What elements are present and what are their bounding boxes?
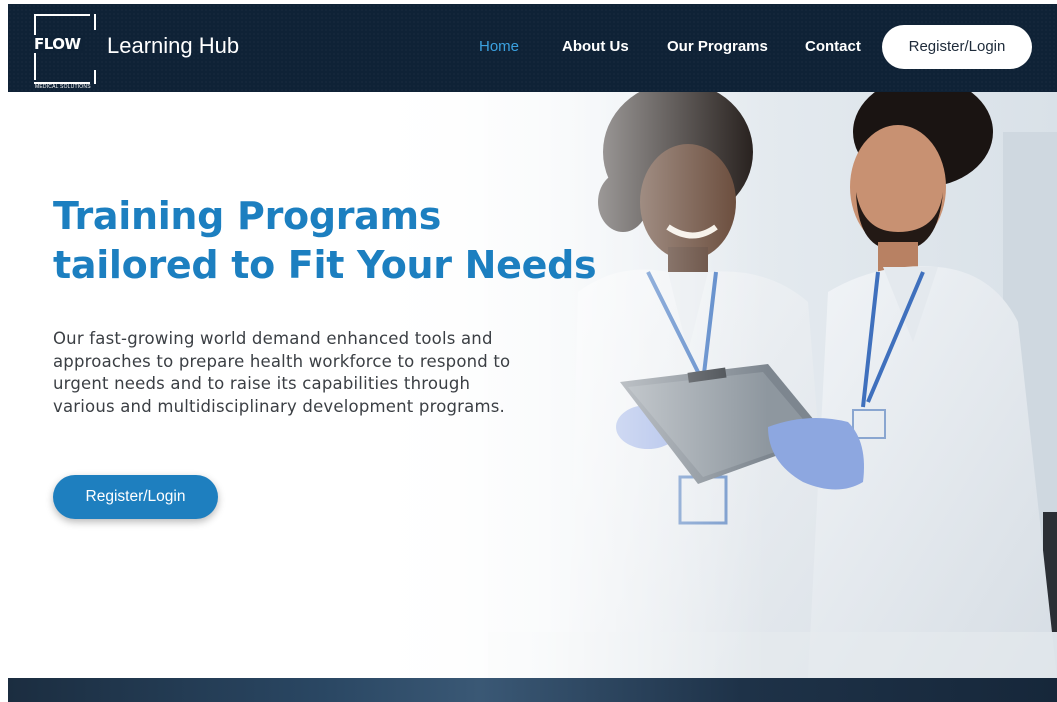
hero-section: Training Programs tailored to Fit Your N… [8, 92, 1057, 678]
hero-title: Training Programs tailored to Fit Your N… [53, 192, 653, 290]
nav-contact[interactable]: Contact [805, 37, 861, 57]
flow-logo-icon[interactable]: FLOW MEDICAL SOLUTIONS [34, 14, 96, 90]
header-register-login-button[interactable]: Register/Login [882, 25, 1032, 69]
brand-name[interactable]: Learning Hub [107, 31, 239, 61]
logo-subtitle: MEDICAL SOLUTIONS [35, 84, 91, 90]
nav-our-programs[interactable]: Our Programs [667, 37, 768, 57]
hero-description-line-3: urgent needs and to raise its capabiliti… [53, 374, 471, 393]
hero-title-line-2: tailored to Fit Your Needs [53, 243, 597, 287]
nav-home[interactable]: Home [479, 37, 519, 57]
logo-wordmark: FLOW [34, 35, 83, 53]
hero-title-line-1: Training Programs [53, 194, 442, 238]
hero-description-line-4: various and multidisciplinary developmen… [53, 396, 505, 416]
next-section-strip [8, 678, 1057, 702]
top-navbar: FLOW MEDICAL SOLUTIONS Learning Hub Home… [8, 4, 1057, 92]
nav-about-us[interactable]: About Us [562, 37, 629, 57]
logo-frame-top [34, 14, 90, 16]
hero-description-line-1: Our fast-growing world demand enhanced t… [53, 329, 493, 348]
hero-description: Our fast-growing world demand enhanced t… [53, 328, 613, 418]
logo-frame-right-bottom [94, 70, 96, 84]
hero-register-login-button[interactable]: Register/Login [53, 475, 218, 519]
hero-description-line-2: approaches to prepare health workforce t… [53, 351, 511, 371]
page: FLOW MEDICAL SOLUTIONS Learning Hub Home… [0, 0, 1057, 702]
logo-frame-right [94, 14, 96, 30]
